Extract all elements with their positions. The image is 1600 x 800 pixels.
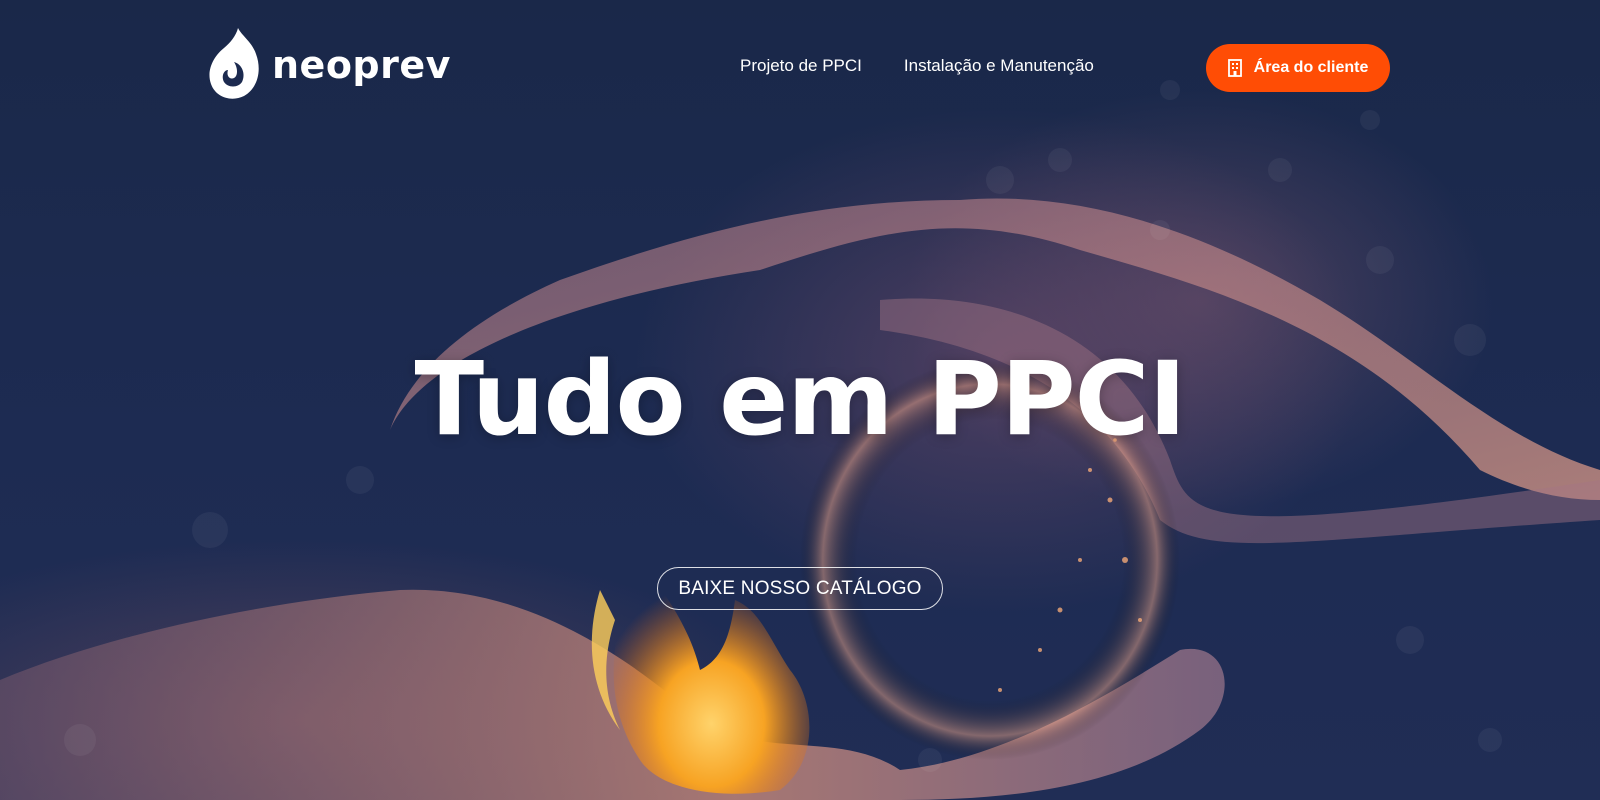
main-nav: Projeto de PPCI Instalação e Manutenção	[740, 56, 1094, 76]
client-area-button[interactable]: Área do cliente	[1206, 44, 1390, 92]
hero-title: Tudo em PPCI	[414, 340, 1187, 459]
brand-logo[interactable]: neoprev	[208, 26, 451, 100]
building-icon	[1227, 59, 1242, 77]
client-area-label: Área do cliente	[1253, 59, 1369, 76]
nav-item-instalacao-manutencao[interactable]: Instalação e Manutenção	[904, 56, 1094, 76]
download-catalog-button[interactable]: BAIXE NOSSO CATÁLOGO	[657, 567, 943, 610]
flame-drop-icon	[209, 28, 259, 99]
nav-item-projeto-ppci[interactable]: Projeto de PPCI	[740, 56, 862, 76]
brand-name: neoprev	[272, 43, 451, 87]
